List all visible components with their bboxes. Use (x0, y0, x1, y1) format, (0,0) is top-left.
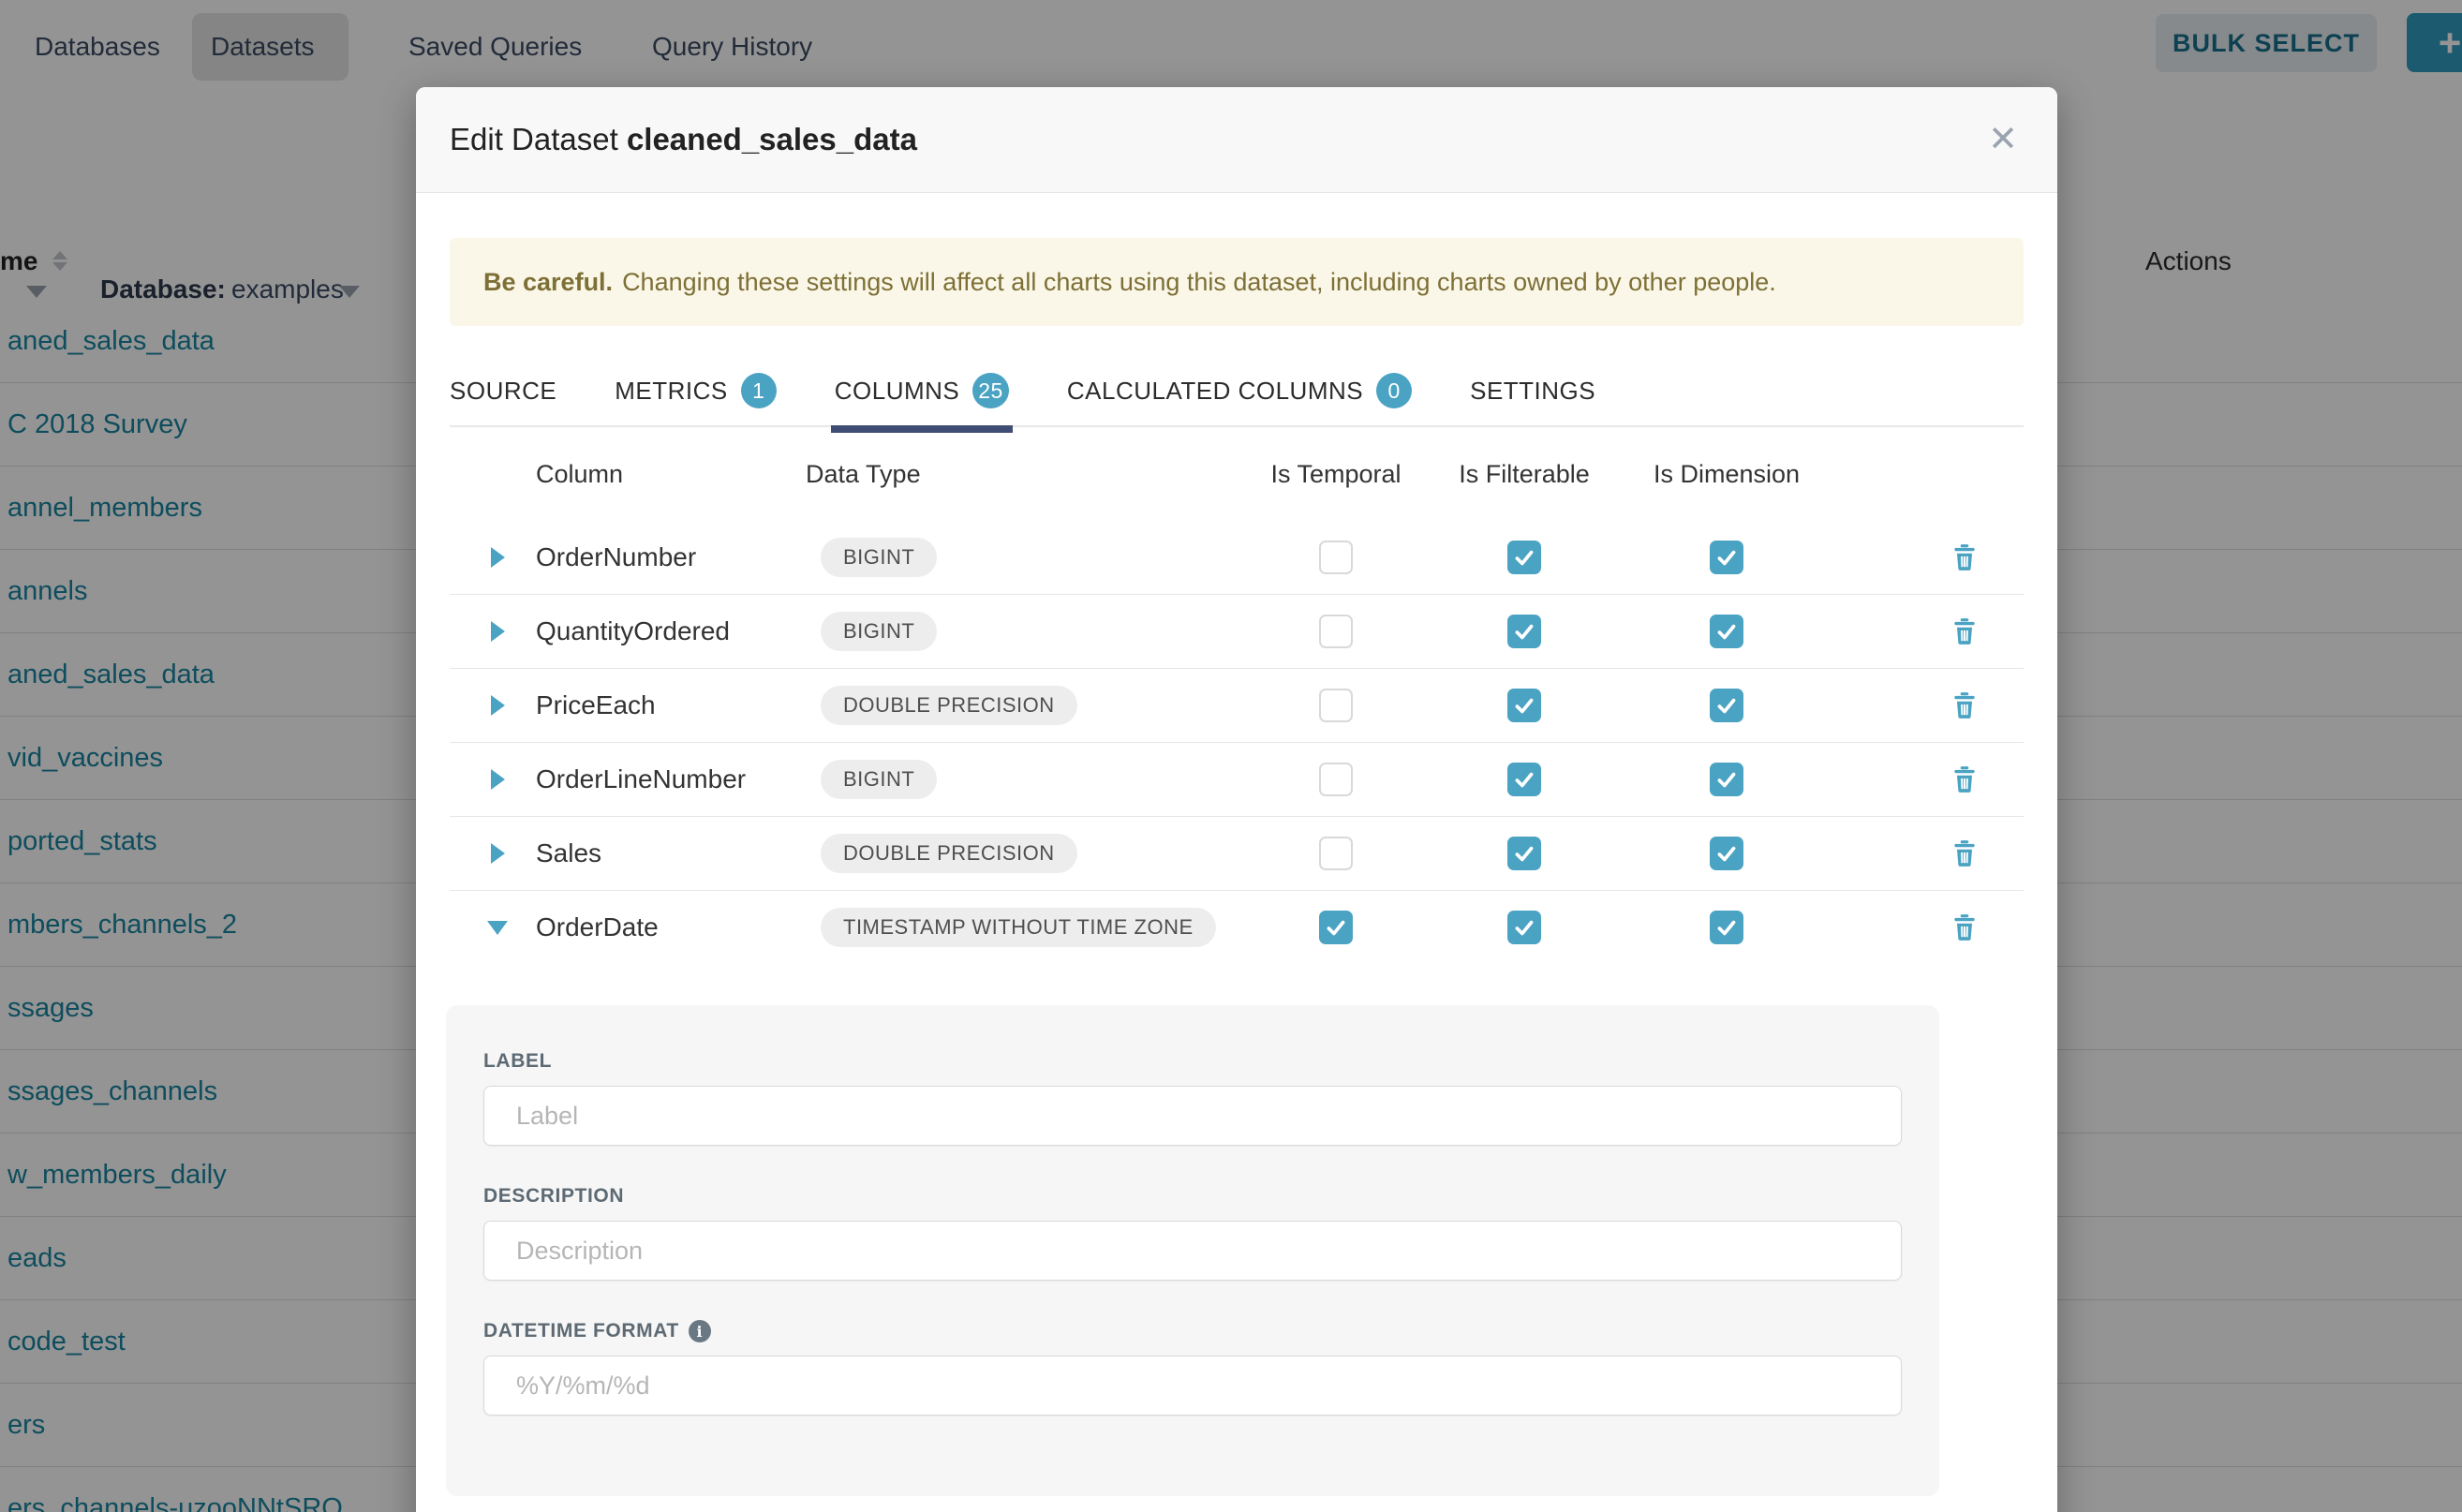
tab-metrics[interactable]: METRICS 1 (615, 373, 777, 408)
data-type-pill: DOUBLE PRECISION (821, 834, 1077, 873)
column-name: OrderDate (510, 912, 806, 942)
tab-columns[interactable]: COLUMNS 25 (835, 373, 1009, 408)
column-header-is-dimension: Is Dimension (1632, 460, 1821, 489)
expand-caret-icon[interactable] (491, 695, 505, 716)
column-header-column: Column (510, 460, 806, 489)
column-detail-panel: LABEL DESCRIPTION DATETIME FORMAT i (446, 1005, 1939, 1496)
column-row: PriceEach DOUBLE PRECISION (450, 669, 2024, 743)
columns-table: OrderNumber BIGINT QuantityOrdered BIGINT Pr… (450, 521, 2024, 964)
columns-count-badge: 25 (972, 373, 1009, 408)
expand-caret-icon[interactable] (491, 843, 505, 864)
column-row: QuantityOrdered BIGINT (450, 595, 2024, 669)
is-temporal-checkbox[interactable] (1319, 541, 1353, 574)
datetime-format-field-label: DATETIME FORMAT i (483, 1320, 1902, 1342)
is-dimension-checkbox[interactable] (1710, 541, 1743, 574)
is-filterable-checkbox[interactable] (1507, 689, 1541, 722)
is-filterable-checkbox[interactable] (1507, 837, 1541, 870)
warning-bold: Be careful. (483, 268, 613, 297)
label-field-label: LABEL (483, 1050, 1902, 1073)
column-row: OrderLineNumber BIGINT (450, 743, 2024, 817)
column-header-is-temporal: Is Temporal (1255, 460, 1416, 489)
is-dimension-checkbox[interactable] (1710, 911, 1743, 944)
columns-table-header: Column Data Type Is Temporal Is Filterab… (450, 427, 2024, 521)
column-header-is-filterable: Is Filterable (1416, 460, 1632, 489)
is-dimension-checkbox[interactable] (1710, 689, 1743, 722)
is-temporal-checkbox[interactable] (1319, 837, 1353, 870)
data-type-pill: DOUBLE PRECISION (821, 686, 1077, 725)
data-type-pill: TIMESTAMP WITHOUT TIME ZONE (821, 908, 1216, 947)
delete-column-button[interactable] (1952, 617, 1977, 645)
is-dimension-checkbox[interactable] (1710, 615, 1743, 648)
delete-column-button[interactable] (1952, 691, 1977, 719)
datetime-format-input[interactable] (483, 1356, 1902, 1416)
description-input[interactable] (483, 1221, 1902, 1281)
expand-caret-icon[interactable] (491, 547, 505, 568)
calculated-columns-count-badge: 0 (1376, 373, 1412, 408)
modal-tabs: SOURCE METRICS 1 COLUMNS 25 CALCULATED COL… (450, 373, 2024, 427)
label-input[interactable] (483, 1086, 1902, 1146)
tab-calculated-columns[interactable]: CALCULATED COLUMNS 0 (1067, 373, 1412, 408)
info-icon[interactable]: i (689, 1320, 711, 1342)
expand-caret-icon[interactable] (491, 621, 505, 642)
modal-title: Edit Dataset cleaned_sales_data (450, 122, 917, 157)
tab-label: CALCULATED COLUMNS (1067, 374, 1363, 408)
is-filterable-checkbox[interactable] (1507, 541, 1541, 574)
column-header-data-type: Data Type (806, 460, 1255, 489)
column-row: OrderNumber BIGINT (450, 521, 2024, 595)
delete-column-button[interactable] (1952, 839, 1977, 867)
column-row: OrderDate TIMESTAMP WITHOUT TIME ZONE (450, 891, 2024, 964)
is-dimension-checkbox[interactable] (1710, 763, 1743, 796)
close-icon[interactable]: ✕ (1982, 121, 2024, 158)
tab-label: SETTINGS (1470, 374, 1595, 408)
tab-label: COLUMNS (835, 374, 960, 408)
is-temporal-checkbox[interactable] (1319, 911, 1353, 944)
column-name: OrderLineNumber (510, 764, 806, 794)
screen: Databases Datasets Saved Queries Query H… (0, 0, 2462, 1512)
column-name: Sales (510, 838, 806, 868)
column-name: PriceEach (510, 690, 806, 720)
is-filterable-checkbox[interactable] (1507, 763, 1541, 796)
tab-label: SOURCE (450, 374, 556, 408)
column-name: QuantityOrdered (510, 616, 806, 646)
is-filterable-checkbox[interactable] (1507, 911, 1541, 944)
is-dimension-checkbox[interactable] (1710, 837, 1743, 870)
data-type-pill: BIGINT (821, 538, 937, 577)
data-type-pill: BIGINT (821, 760, 937, 799)
modal-dataset-name: cleaned_sales_data (627, 122, 917, 156)
tab-source[interactable]: SOURCE (450, 373, 556, 408)
warning-text: Changing these settings will affect all … (622, 268, 1776, 297)
warning-banner: Be careful. Changing these settings will… (450, 238, 2024, 326)
collapse-caret-icon[interactable] (487, 921, 508, 935)
tab-label: METRICS (615, 374, 728, 408)
expand-caret-icon[interactable] (491, 769, 505, 790)
description-field-label: DESCRIPTION (483, 1185, 1902, 1208)
delete-column-button[interactable] (1952, 765, 1977, 793)
modal-title-prefix: Edit Dataset (450, 122, 618, 156)
is-filterable-checkbox[interactable] (1507, 615, 1541, 648)
modal-body: Be careful. Changing these settings will… (416, 238, 2057, 1496)
delete-column-button[interactable] (1952, 913, 1977, 941)
edit-dataset-modal: Edit Dataset cleaned_sales_data ✕ Be car… (416, 87, 2057, 1512)
data-type-pill: BIGINT (821, 612, 937, 651)
tab-settings[interactable]: SETTINGS (1470, 373, 1595, 408)
delete-column-button[interactable] (1952, 543, 1977, 571)
column-name: OrderNumber (510, 542, 806, 572)
modal-header: Edit Dataset cleaned_sales_data ✕ (416, 87, 2057, 193)
metrics-count-badge: 1 (741, 373, 777, 408)
column-row: Sales DOUBLE PRECISION (450, 817, 2024, 891)
is-temporal-checkbox[interactable] (1319, 763, 1353, 796)
is-temporal-checkbox[interactable] (1319, 615, 1353, 648)
is-temporal-checkbox[interactable] (1319, 689, 1353, 722)
